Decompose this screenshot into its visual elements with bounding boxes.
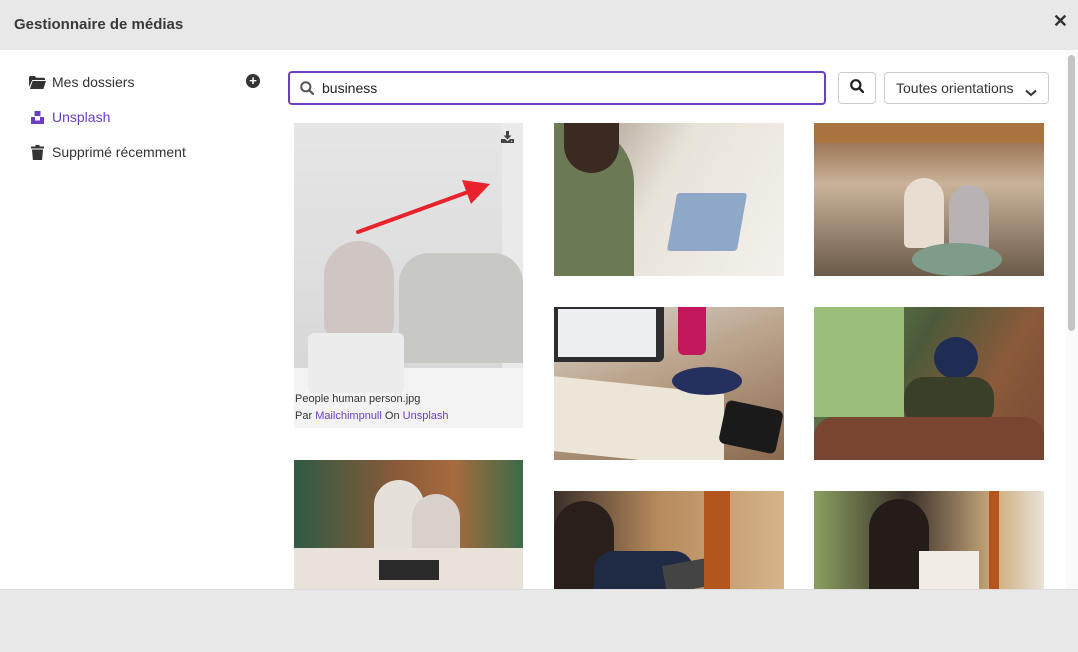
sidebar-item-recently-deleted[interactable]: Supprimé récemment xyxy=(28,144,186,160)
add-folder-button[interactable]: + xyxy=(246,74,260,88)
search-box xyxy=(288,71,826,105)
search-button[interactable] xyxy=(838,72,876,104)
modal-footer xyxy=(0,589,1078,652)
photo-tile[interactable] xyxy=(554,307,784,460)
photo-caption: People human person.jpg Par Mailchimpnul… xyxy=(295,391,449,425)
folder-icon xyxy=(28,74,46,90)
orientation-select[interactable]: Toutes orientations xyxy=(884,72,1049,104)
photo-filename: People human person.jpg xyxy=(295,393,421,405)
sidebar-item-my-folders[interactable]: Mes dossiers xyxy=(28,74,134,90)
close-icon[interactable]: ✕ xyxy=(1053,11,1068,31)
sidebar-item-label: Unsplash xyxy=(52,109,111,125)
orientation-select-value: Toutes orientations xyxy=(896,80,1014,96)
sidebar: Mes dossiers + Unsplash Supprimé récemme… xyxy=(0,50,280,589)
photo-source-link[interactable]: Unsplash xyxy=(403,410,449,422)
unsplash-icon xyxy=(28,109,46,125)
photo-tile[interactable] xyxy=(814,307,1044,460)
photo-tile[interactable]: People human person.jpg Par Mailchimpnul… xyxy=(294,123,523,428)
photo-credit: Par Mailchimpnull On Unsplash xyxy=(295,410,449,422)
sidebar-item-label: Supprimé récemment xyxy=(52,144,186,160)
chevron-down-icon xyxy=(1025,84,1037,100)
plus-circle-icon[interactable]: + xyxy=(249,73,257,88)
photo-author-link[interactable]: Mailchimpnull xyxy=(315,410,382,422)
modal-title: Gestionnaire de médias xyxy=(14,16,184,33)
photo-tile[interactable] xyxy=(814,123,1044,276)
modal-header: Gestionnaire de médias ✕ xyxy=(0,0,1078,50)
scrollbar-thumb[interactable] xyxy=(1068,55,1075,331)
trash-icon xyxy=(28,144,46,160)
photo-tile[interactable] xyxy=(554,123,784,276)
search-input[interactable] xyxy=(322,77,812,99)
photo-tile[interactable] xyxy=(294,460,523,589)
download-icon[interactable] xyxy=(501,130,514,148)
photo-tile[interactable] xyxy=(814,491,1044,589)
annotation-arrow xyxy=(356,180,490,234)
modal-body: Mes dossiers + Unsplash Supprimé récemme… xyxy=(0,50,1078,589)
close-button[interactable]: ✕ xyxy=(1053,12,1068,30)
sidebar-item-unsplash[interactable]: Unsplash xyxy=(28,109,110,125)
search-icon[interactable] xyxy=(850,78,865,98)
search-icon xyxy=(300,81,315,100)
sidebar-item-label: Mes dossiers xyxy=(52,74,135,90)
photo-tile[interactable] xyxy=(554,491,784,589)
scrollbar[interactable] xyxy=(1066,50,1078,589)
